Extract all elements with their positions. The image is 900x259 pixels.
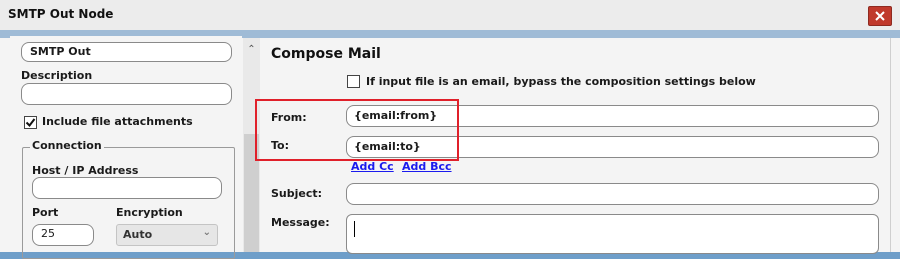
message-label: Message: xyxy=(271,216,330,229)
chevron-down-icon: ⌄ xyxy=(202,227,211,238)
description-label: Description xyxy=(21,69,93,82)
bypass-composition-label: If input file is an email, bypass the co… xyxy=(366,75,756,88)
include-attachments-label: Include file attachments xyxy=(42,115,193,128)
description-input[interactable] xyxy=(21,83,232,105)
encryption-select[interactable]: Auto ⌄ xyxy=(116,224,218,246)
subject-label: Subject: xyxy=(271,187,323,200)
connection-title: Connection xyxy=(30,139,104,152)
encryption-value: Auto xyxy=(123,228,153,241)
window-title: SMTP Out Node xyxy=(8,7,114,21)
add-cc-link[interactable]: Add Cc xyxy=(351,160,394,173)
message-textarea[interactable] xyxy=(346,214,879,254)
port-input[interactable]: 25 xyxy=(32,224,94,246)
compose-mail-title: Compose Mail xyxy=(271,46,381,62)
scroll-up-icon[interactable]: ⌃ xyxy=(243,44,260,58)
add-bcc-link[interactable]: Add Bcc xyxy=(402,160,452,173)
port-label: Port xyxy=(32,206,59,219)
checkmark-icon xyxy=(25,118,36,128)
include-attachments-checkbox[interactable] xyxy=(24,116,37,129)
title-bar: SMTP Out Node xyxy=(0,0,900,31)
close-button[interactable] xyxy=(868,6,892,26)
host-label: Host / IP Address xyxy=(32,164,139,177)
smtp-out-node-window: SMTP Out Node SMTP Out Description Inclu… xyxy=(0,0,900,259)
text-caret xyxy=(354,221,355,237)
from-to-highlight-box xyxy=(255,99,459,161)
close-icon xyxy=(875,11,885,21)
node-name-input[interactable]: SMTP Out xyxy=(21,42,232,62)
subject-input[interactable] xyxy=(346,183,879,205)
host-input[interactable] xyxy=(32,177,222,199)
encryption-label: Encryption xyxy=(116,206,183,219)
bypass-composition-checkbox[interactable] xyxy=(347,75,360,88)
